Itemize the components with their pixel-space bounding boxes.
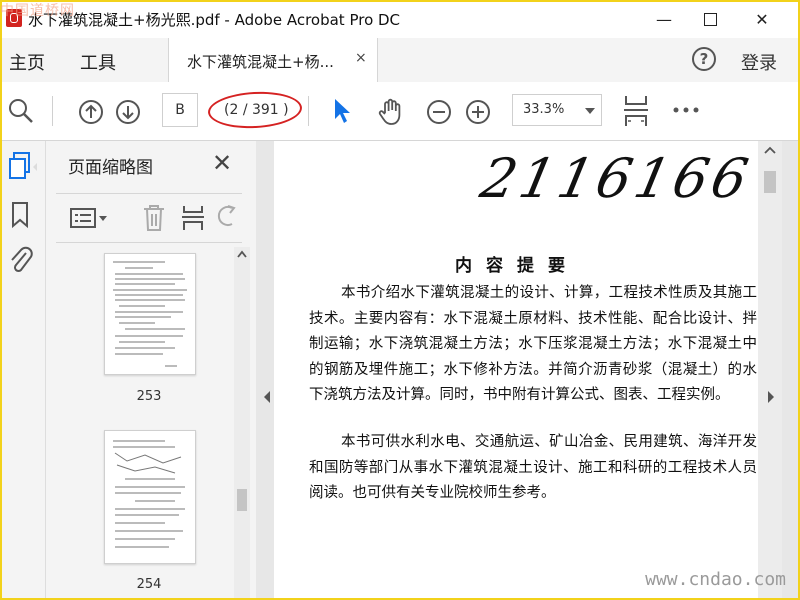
watermark-bottom: www.cndao.com xyxy=(645,569,786,590)
thumbnail-label-253: 253 xyxy=(136,389,162,404)
page-thumbnails-icon[interactable] xyxy=(7,151,37,183)
title-bar: 水下灌筑混凝土+杨光熙.pdf - Adobe Acrobat Pro DC —… xyxy=(0,0,800,38)
zoom-out-icon[interactable] xyxy=(426,99,452,125)
undo-icon[interactable] xyxy=(216,204,238,232)
tab-document[interactable]: 水下灌筑混凝土+杨... × xyxy=(168,38,378,82)
watermark-top: 中国道桥网 xyxy=(0,3,75,19)
select-arrow-icon[interactable] xyxy=(332,97,354,125)
tab-home[interactable]: 主页 xyxy=(9,49,45,75)
thumbnail-label-254: 254 xyxy=(136,577,162,592)
hand-icon[interactable] xyxy=(376,97,406,127)
document-tab-label: 水下灌筑混凝土+杨... xyxy=(187,53,334,71)
page-up-icon[interactable] xyxy=(78,99,104,125)
toolbar-separator xyxy=(52,96,53,126)
thumbnail-toolbar xyxy=(56,193,242,243)
expand-panel-icon[interactable] xyxy=(760,387,784,407)
zoom-value: 33.3% xyxy=(523,102,565,117)
chevron-down-icon xyxy=(585,108,595,114)
zoom-in-icon[interactable] xyxy=(465,99,491,125)
page-number-input[interactable]: B xyxy=(162,93,198,127)
close-tab-icon[interactable]: × xyxy=(355,50,367,66)
fit-page-icon[interactable] xyxy=(622,94,650,128)
window-title: 水下灌筑混凝土+杨光熙.pdf - Adobe Acrobat Pro DC xyxy=(28,11,401,29)
thumbnail-list[interactable]: 253 254 xyxy=(56,247,232,600)
attachment-icon[interactable] xyxy=(8,245,34,275)
paragraph-audience: 本书可供水利水电、交通航运、矿山冶金、民用建筑、海洋开发和国防等部门从事水下灌筑… xyxy=(309,434,757,502)
thumbnail-panel-title: 页面缩略图 xyxy=(68,158,153,178)
minimize-icon: — xyxy=(656,9,672,29)
toolbar xyxy=(0,82,800,141)
page-heading: 内容提要 xyxy=(455,256,579,276)
left-rail xyxy=(0,141,46,600)
thumbnail-options-icon[interactable] xyxy=(70,206,108,230)
close-icon: ✕ xyxy=(755,9,769,29)
document-page: 2116166 内容提要 本书介绍水下灌筑混凝土的设计、计算，工程技术性质及其施… xyxy=(274,141,760,600)
trash-icon[interactable] xyxy=(142,204,166,232)
extract-page-icon[interactable] xyxy=(181,204,205,232)
handwritten-number: 2116166 xyxy=(475,147,758,210)
tab-tools[interactable]: 工具 xyxy=(80,49,116,75)
thumbnail-page-253[interactable] xyxy=(104,253,196,375)
paragraph-summary: 本书介绍水下灌筑混凝土的设计、计算，工程技术性质及其施工技术。主要内容有：水下混… xyxy=(309,285,757,404)
scrollbar-thumb[interactable] xyxy=(237,489,247,511)
scroll-up-icon[interactable] xyxy=(234,247,250,261)
login-button[interactable]: 登录 xyxy=(741,49,777,75)
close-window-button[interactable]: ✕ xyxy=(739,0,785,38)
tab-bar: 主页 工具 水下灌筑混凝土+杨... × ? 登录 xyxy=(0,38,800,83)
help-icon[interactable]: ? xyxy=(692,47,716,71)
minimize-button[interactable]: — xyxy=(641,0,687,38)
toolbar-separator xyxy=(308,96,309,126)
search-icon[interactable] xyxy=(8,98,34,124)
panel-divider[interactable] xyxy=(256,141,274,600)
close-panel-icon[interactable]: ✕ xyxy=(212,149,232,177)
thumbnail-page-254[interactable] xyxy=(104,430,196,564)
zoom-select[interactable]: 33.3% xyxy=(512,94,602,126)
scrollbar-thumb[interactable] xyxy=(764,171,776,193)
maximize-button[interactable] xyxy=(687,0,733,38)
bookmark-icon[interactable] xyxy=(10,201,30,229)
thumbnail-scrollbar[interactable] xyxy=(234,247,250,600)
page-down-icon[interactable] xyxy=(115,99,141,125)
maximize-icon xyxy=(703,12,717,26)
thumbnail-panel: 页面缩略图 ✕ 253 254 xyxy=(46,141,256,600)
document-view: 2116166 内容提要 本书介绍水下灌筑混凝土的设计、计算，工程技术性质及其施… xyxy=(274,141,800,600)
scroll-up-icon[interactable] xyxy=(758,141,782,159)
more-icon[interactable] xyxy=(672,106,700,114)
document-scrollbar[interactable] xyxy=(758,141,782,600)
